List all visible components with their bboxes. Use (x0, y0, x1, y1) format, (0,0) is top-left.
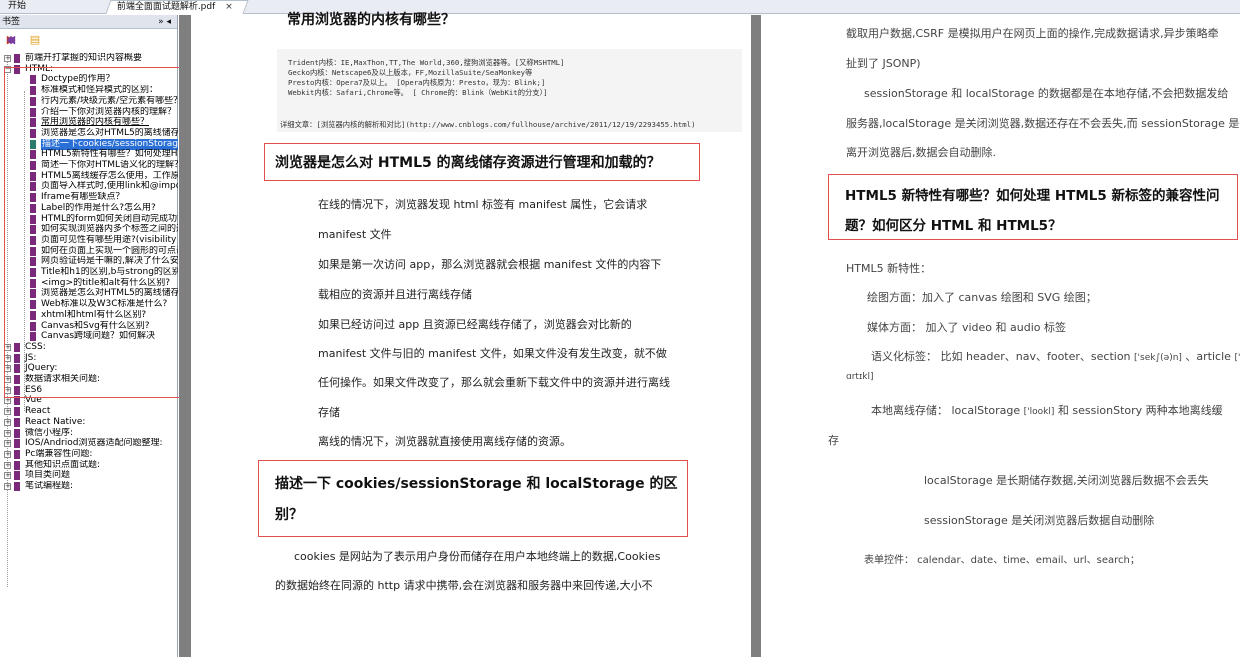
pdf-page-left: 常用浏览器的内核有哪些？ Trident内核：IE,MaxThon,TT,The… (191, 12, 751, 657)
paragraph-line: 载相应的资源并且进行离线存储 (318, 288, 472, 301)
bookmark-section[interactable]: + Pc端兼容性问题: (0, 449, 178, 460)
bookmark-icon (14, 407, 20, 417)
paragraph-line: 如果已经访问过 app 且资源已经离线存储了，浏览器会对比新的 (318, 318, 632, 331)
pdf-page-right: 截取用户数据,CSRF 是模拟用户在网页上面的操作,完成数据请求,异步策略牵 扯… (761, 15, 1240, 657)
feature-text: 和 sessionStory 两种本地离线缓 (1057, 404, 1223, 417)
bookmark-label: React Native: (25, 416, 86, 427)
bookmark-label: 其他知识点面试题: (25, 459, 101, 470)
section-heading: 题？如何区分 HTML 和 HTML5？ (845, 218, 1062, 234)
code-line: Webkit内核：Safari,Chrome等。 [ Chrome的：Blink… (288, 88, 548, 97)
expand-node-icon[interactable]: + (4, 450, 11, 458)
bookmark-toolbar: ▶ ◀ ◆ ▤ (0, 29, 177, 51)
paragraph-line: 存储 (318, 406, 340, 419)
paragraph-line: manifest 文件与旧的 manifest 文件，如果文件没有发生改变，就不… (318, 347, 667, 360)
paragraph-line: 在线的情况下，浏览器发现 html 标签有 manifest 属性，它会请求 (318, 198, 648, 211)
phonetic: ['lookl] (1023, 407, 1055, 417)
bookmark-panel-title: 书签 (2, 17, 21, 27)
close-icon[interactable]: × (225, 2, 233, 12)
feature-text: 存 (828, 434, 839, 447)
code-line: Gecko内核：Netscape6及以上版本，FF,MozillaSuite/S… (288, 68, 533, 77)
paragraph-line: 的数据始终在同源的 http 请求中携带,会在浏览器和服务器中来回传递,大小不 (275, 579, 653, 592)
expand-node-icon[interactable]: + (4, 408, 11, 416)
paragraph-line: 服务器,localStorage 是关闭浏览器,数据还存在不会丢失,而 sess… (846, 117, 1240, 130)
bookmark-section[interactable]: + 项目类问题 (0, 470, 178, 481)
bookmark-icon (14, 417, 20, 427)
expand-node-icon[interactable]: + (4, 472, 11, 480)
section-heading: 常用浏览器的内核有哪些？ (287, 12, 455, 28)
bookmark-new-icon[interactable]: ◆ (4, 33, 18, 47)
section-heading: HTML5 新特性有哪些？如何处理 HTML5 新标签的兼容性问 (845, 188, 1220, 204)
feature-intro: HTML5 新特性： (846, 262, 932, 275)
bookmark-icon (14, 482, 20, 491)
panel-collapse-icon[interactable]: » ◂ (158, 15, 171, 29)
feature-item: 绘图方面：加入了 canvas 绘图和 SVG 绘图； (867, 291, 1097, 304)
bookmark-label: 微信小程序: (25, 427, 74, 438)
feature-text: 、article (1185, 350, 1231, 363)
expand-node-icon[interactable]: + (4, 483, 11, 490)
expand-node-icon[interactable]: + (4, 397, 11, 405)
bookmark-label: React (25, 406, 51, 417)
expand-node-icon[interactable]: + (4, 418, 11, 426)
bookmark-icon (14, 428, 20, 438)
section-heading: 别？ (275, 507, 303, 523)
paragraph-line: 截取用户数据,CSRF 是模拟用户在网页上面的操作,完成数据请求,异步策略牵 (846, 27, 1219, 40)
bookmark-section[interactable]: + IOS/Andriod浏览器适配问题整理: (0, 438, 178, 449)
bookmark-label: IOS/Andriod浏览器适配问题整理: (25, 438, 163, 449)
expand-node-icon[interactable]: + (4, 429, 11, 437)
bookmark-options-icon[interactable]: ▤ (28, 33, 42, 47)
bookmark-section[interactable]: + 笔试编程题: (0, 481, 178, 492)
bookmark-label: Pc端兼容性问题: (25, 448, 93, 459)
bookmark-label: 项目类问题 (25, 470, 71, 481)
bookmark-icon (14, 54, 20, 63)
bookmark-item[interactable]: + 前端开打掌握的知识内容概要 (0, 53, 178, 64)
feature-item: 本地离线存储： localStorage ['lookl] 和 sessionS… (871, 402, 1223, 418)
feature-item: localStorage 是长期储存数据,关闭浏览器后数据不会丢失 (924, 474, 1209, 487)
feature-item: 表单控件： calendar、date、time、email、url、searc… (864, 555, 1140, 566)
code-reference: 详细文章：[浏览器内核的解析和对比](http://www.cnblogs.co… (280, 120, 696, 129)
highlight-box (258, 460, 688, 537)
expand-node-icon[interactable]: + (4, 55, 11, 62)
bookmark-label: 笔试编程题: (25, 481, 74, 491)
tab-doc-label: 前端全面面试题解析.pdf (116, 2, 216, 12)
section-heading: 浏览器是怎么对 HTML5 的离线储存资源进行管理和加载的？ (275, 155, 661, 171)
expand-node-icon[interactable]: + (4, 440, 11, 448)
code-line: Presto内核：Opera7及以上。 [Opera内核原为：Presto，现为… (288, 78, 546, 87)
bookmark-section[interactable]: + 微信小程序: (0, 428, 178, 439)
bookmark-section[interactable]: + React Native: (0, 417, 178, 428)
bookmark-section[interactable]: + 其他知识点面试题: (0, 460, 178, 471)
expand-node-icon[interactable]: + (4, 461, 11, 469)
tab-bar: 开始 前端全面面试题解析.pdf × (0, 0, 1240, 14)
feature-item: sessionStorage 是关闭浏览器后数据自动删除 (924, 514, 1155, 527)
paragraph-line: cookies 是网站为了表示用户身份而储存在用户本地终端上的数据,Cookie… (294, 550, 661, 563)
phonetic: ['sek∫(ə)n] (1134, 353, 1182, 363)
bookmark-icon (14, 449, 20, 459)
paragraph-line: sessionStorage 和 localStorage 的数据都是在本地存储… (864, 87, 1229, 100)
bookmark-icon (14, 439, 20, 449)
paragraph-line: 离线的情况下，浏览器就直接使用离线存储的资源。 (318, 435, 571, 448)
paragraph-line: 扯到了 JSONP) (846, 57, 921, 70)
highlight-box (4, 67, 201, 398)
feature-text: 语义化标签： 比如 header、nav、footer、section (871, 350, 1131, 363)
phonetic: ɑrtɪkl] (846, 372, 874, 382)
tab-home-label: 开始 (8, 1, 27, 11)
bookmark-label: 前端开打掌握的知识内容概要 (25, 53, 143, 63)
tab-pdf-document[interactable]: 前端全面面试题解析.pdf × (105, 0, 249, 14)
paragraph-line: 如果是第一次访问 app，那么浏览器就会根据 manifest 文件的内容下 (318, 258, 662, 271)
bookmark-panel-header: 书签 » ◂ (0, 15, 177, 29)
section-heading: 描述一下 cookies/sessionStorage 和 localStora… (275, 476, 678, 492)
bookmark-icon (14, 460, 20, 470)
paragraph-line: 任何操作。如果文件改变了，那么就会重新下载文件中的资源并进行离线 (318, 376, 670, 389)
code-line: Trident内核：IE,MaxThon,TT,The World,360,搜狗… (288, 58, 565, 67)
feature-item: 媒体方面： 加入了 video 和 audio 标签 (867, 321, 1067, 334)
code-block: Trident内核：IE,MaxThon,TT,The World,360,搜狗… (277, 49, 742, 132)
bookmark-section[interactable]: + React (0, 406, 178, 417)
paragraph-line: manifest 文件 (318, 228, 392, 241)
bookmark-icon (14, 471, 20, 481)
paragraph-line: 离开浏览器后,数据会自动删除. (846, 146, 996, 159)
document-viewer[interactable]: 常用浏览器的内核有哪些？ Trident内核：IE,MaxThon,TT,The… (179, 12, 1240, 657)
phonetic: [' (1234, 353, 1240, 363)
feature-text: 本地离线存储： localStorage (871, 404, 1021, 417)
tab-home[interactable]: 开始 (0, 0, 115, 14)
feature-item: 语义化标签： 比如 header、nav、footer、section ['se… (871, 348, 1240, 364)
